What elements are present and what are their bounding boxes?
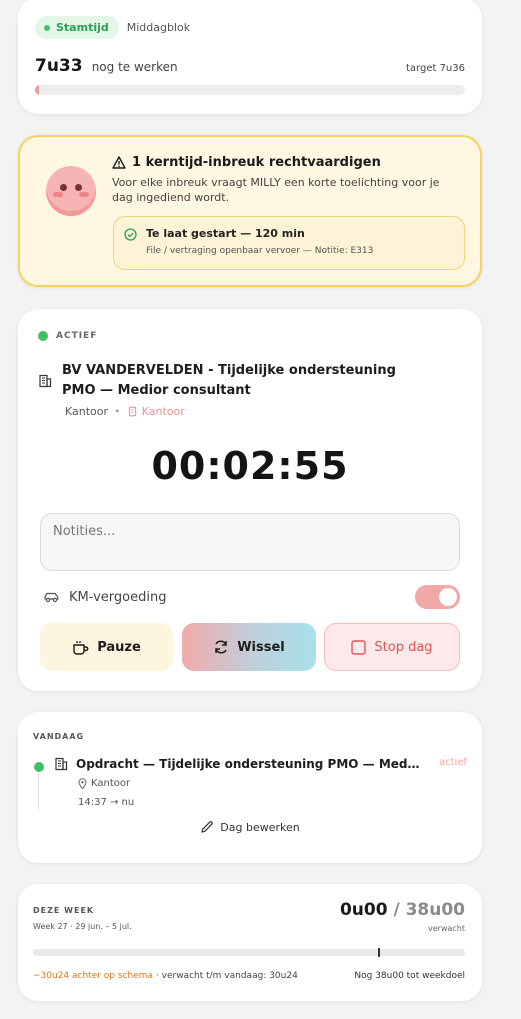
coffee-icon [73, 640, 89, 655]
violation-item[interactable]: Te laat gestart — 120 min File / vertrag… [113, 216, 465, 270]
car-icon [44, 592, 59, 603]
day-progress-bar [35, 85, 465, 95]
active-dot [38, 331, 48, 341]
core-time-warning-card: 1 kerntijd-inbreuk rechtvaardigen Voor e… [18, 135, 482, 287]
location-type: Kantoor [127, 405, 185, 418]
week-footer: −30u24 achter op schema · verwacht t/m v… [33, 971, 465, 981]
remaining-label: nog te werken [91, 60, 178, 74]
week-remaining: Nog 38u00 tot weekdoel [354, 971, 465, 981]
timeline-dot [34, 762, 44, 772]
week-behind: −30u24 achter op schema [33, 971, 154, 981]
violation-detail: File / vertraging openbaar vervoer — Not… [146, 246, 374, 256]
today-entry-title[interactable]: Opdracht — Tijdelijke ondersteuning PMO … [76, 757, 421, 771]
mascot-cheek-right [79, 192, 89, 197]
project-location: Kantoor [65, 405, 109, 418]
edit-day-button[interactable]: Dag bewerken [18, 820, 482, 834]
remaining-value: 7u33 [35, 56, 83, 76]
pause-button[interactable]: Pauze [40, 623, 173, 671]
building-icon [55, 757, 68, 771]
notes-input[interactable] [40, 513, 460, 571]
target-label: target 7u36 [405, 63, 465, 74]
mascot-cheek-left [53, 192, 63, 197]
elapsed-timer: 00:02:55 [151, 444, 349, 488]
km-toggle[interactable] [415, 585, 460, 609]
timeline-line [38, 769, 39, 809]
refresh-icon [215, 640, 227, 654]
km-row: KM-vergoeding [43, 585, 460, 609]
today-entry-time: 14:37 → nu [78, 797, 135, 808]
km-toggle-knob [439, 588, 457, 606]
week-card: DEZE WEEK Week 27 · 29 jun. – 5 jul. 0u0… [18, 884, 482, 1001]
active-timer-card: ACTIEF BV VANDERVELDEN - Tijdelijke onde… [18, 309, 482, 691]
mascot-eye-left [60, 184, 67, 191]
stop-square-icon [351, 639, 367, 655]
day-progress-fill [35, 85, 40, 95]
location-pin-icon [78, 778, 87, 789]
remaining-row: 7u33 nog te werken target 7u36 [35, 56, 465, 76]
today-card: VANDAAG Opdracht — Tijdelijke ondersteun… [18, 712, 482, 863]
week-range: Week 27 · 29 jun. – 5 jul. [33, 922, 132, 931]
km-label-group: KM-vergoeding [43, 590, 166, 605]
warning-icon [112, 156, 126, 169]
mascot-face [46, 166, 96, 216]
project-title: BV VANDERVELDEN - Tijdelijke ondersteuni… [62, 363, 396, 398]
stop-day-button[interactable]: Stop dag [324, 623, 460, 671]
km-label: KM-vergoeding [69, 589, 167, 605]
mascot-eye-right [75, 184, 82, 191]
week-worked: 0u00 [339, 900, 388, 920]
violation-title: Te laat gestart — 120 min [146, 227, 305, 240]
week-expected-marker [378, 948, 380, 957]
pencil-icon [201, 821, 214, 833]
active-status-label: ACTIEF [56, 331, 98, 341]
block-info: Stamtijd Middagblok [35, 16, 190, 39]
status-dot [44, 24, 50, 31]
active-status: ACTIEF [38, 331, 97, 341]
pause-label: Pauze [97, 639, 141, 655]
edit-day-label: Dag bewerken [220, 820, 300, 834]
block-subtitle: Middagblok [126, 21, 191, 34]
workday-status-card: Stamtijd Middagblok 7u33 nog te werken t… [18, 0, 482, 114]
location-type-label: Kantoor [141, 405, 185, 418]
check-circle-icon [124, 228, 137, 241]
building-icon [39, 374, 52, 388]
status-badge-label: Stamtijd [56, 21, 109, 34]
week-expected-label: verwacht [428, 924, 465, 933]
stop-day-label: Stop dag [374, 639, 433, 655]
week-label: DEZE WEEK [33, 906, 95, 915]
today-entry-location: Kantoor [78, 778, 130, 789]
project-meta: Kantoor • Kantoor [65, 405, 185, 418]
meta-separator: • [115, 407, 120, 416]
warning-title-text: 1 kerntijd-inbreuk rechtvaardigen [132, 155, 381, 170]
week-schedule-status: −30u24 achter op schema · verwacht t/m v… [33, 971, 298, 981]
switch-label: Wissel [237, 639, 285, 655]
week-progress-bar [33, 948, 465, 957]
today-entry-location-label: Kantoor [91, 778, 131, 789]
status-badge: Stamtijd [35, 16, 119, 39]
warning-description: Voor elke inbreuk vraagt MILLY een korte… [112, 176, 440, 204]
warning-title: 1 kerntijd-inbreuk rechtvaardigen [112, 155, 381, 170]
today-label: VANDAAG [33, 732, 85, 741]
building-icon [128, 406, 136, 417]
week-expected-total: / 38u00 [393, 900, 465, 920]
week-total: 0u00 / 38u00 [340, 900, 465, 920]
today-entry-tag: actief [439, 757, 467, 768]
week-expected-until-today: · verwacht t/m vandaag: 30u24 [153, 971, 298, 981]
switch-button[interactable]: Wissel [182, 623, 316, 671]
